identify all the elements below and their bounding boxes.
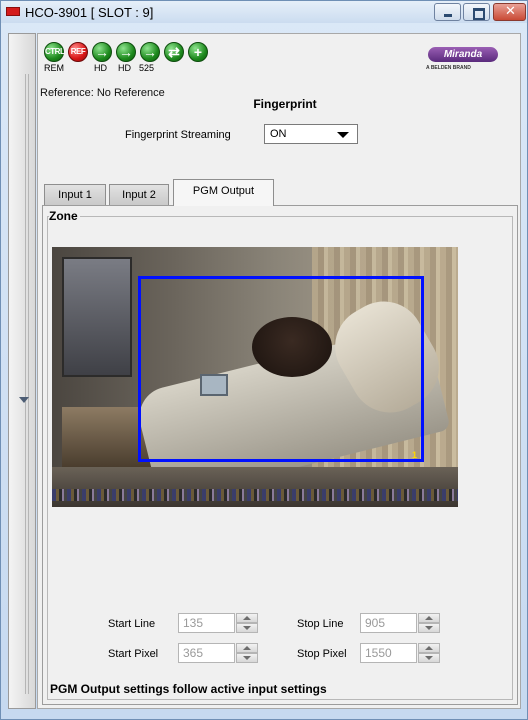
side-panel-strip[interactable] xyxy=(8,33,36,709)
input2-status-icon[interactable]: → xyxy=(116,42,136,62)
stop-pixel-spinner[interactable]: 1550 xyxy=(360,643,446,663)
plus-icon: + xyxy=(193,44,203,60)
start-line-down-button[interactable] xyxy=(236,623,258,633)
streaming-select[interactable]: ON xyxy=(264,124,358,144)
logo-text: Miranda xyxy=(428,47,498,62)
status-toolbar: CTRL REM REF → HD → HD → 525 ⇄ + Miranda… xyxy=(42,42,512,74)
maximize-button[interactable] xyxy=(463,3,490,21)
output-caption: 525 xyxy=(139,63,155,73)
close-button[interactable] xyxy=(493,3,526,21)
tab-pgm-output[interactable]: PGM Output xyxy=(173,179,274,206)
input2-arrow-icon: → xyxy=(119,44,133,60)
title-bar[interactable]: HCO-3901 [ SLOT : 9] xyxy=(1,1,527,23)
zone-title: Zone xyxy=(49,209,80,223)
video-window xyxy=(62,257,132,377)
start-pixel-label: Start Pixel xyxy=(108,648,159,660)
stop-pixel-down-button[interactable] xyxy=(418,653,440,663)
stop-line-field[interactable]: 905 xyxy=(360,613,417,633)
side-grip xyxy=(25,74,29,694)
window-title: HCO-3901 [ SLOT : 9] xyxy=(25,5,154,20)
input1-caption: HD xyxy=(94,63,107,73)
stop-pixel-field[interactable]: 1550 xyxy=(360,643,417,663)
start-pixel-down-button[interactable] xyxy=(236,653,258,663)
output-arrow-icon: → xyxy=(143,44,157,60)
stop-line-up-button[interactable] xyxy=(418,613,440,623)
tab-input-1[interactable]: Input 1 xyxy=(44,184,106,205)
switch-arrow-icon: ⇄ xyxy=(168,44,180,60)
ref-status-icon[interactable]: REF xyxy=(68,42,88,62)
tab-input-2[interactable]: Input 2 xyxy=(109,184,169,205)
start-pixel-field[interactable]: 365 xyxy=(178,643,235,663)
ctrl-status-icon[interactable]: CTRL xyxy=(44,42,65,62)
start-line-field[interactable]: 135 xyxy=(178,613,235,633)
minimize-button[interactable] xyxy=(434,3,461,21)
section-title: Fingerprint xyxy=(253,97,317,111)
zone-rectangle[interactable] xyxy=(138,276,424,462)
chevron-down-icon xyxy=(337,132,349,138)
stop-line-spinner[interactable]: 905 xyxy=(360,613,446,633)
ctrl-caption: REM xyxy=(44,63,64,73)
switch-status-icon[interactable]: ⇄ xyxy=(164,42,184,62)
output-status-icon[interactable]: → xyxy=(140,42,160,62)
video-floor xyxy=(52,467,458,507)
footer-note: PGM Output settings follow active input … xyxy=(50,682,327,696)
stop-pixel-label: Stop Pixel xyxy=(297,648,347,660)
start-line-label: Start Line xyxy=(108,618,156,630)
streaming-value: ON xyxy=(270,128,287,140)
ref-icon-label: REF xyxy=(70,47,86,56)
ctrl-icon-label: CTRL xyxy=(45,47,65,56)
stop-line-down-button[interactable] xyxy=(418,623,440,633)
stop-pixel-up-button[interactable] xyxy=(418,643,440,653)
stop-line-label: Stop Line xyxy=(297,618,344,630)
maximize-icon xyxy=(464,4,489,20)
streaming-label: Fingerprint Streaming xyxy=(125,129,231,141)
miranda-logo: Miranda A BELDEN BRAND xyxy=(418,42,510,74)
logo-subtext: A BELDEN BRAND xyxy=(426,65,471,71)
close-icon xyxy=(494,4,525,20)
video-noise-band xyxy=(52,489,458,501)
start-pixel-spinner[interactable]: 365 xyxy=(178,643,264,663)
input1-arrow-icon: → xyxy=(95,44,109,60)
expand-arrow-icon[interactable] xyxy=(19,397,29,403)
add-status-icon[interactable]: + xyxy=(188,42,208,62)
main-panel: CTRL REM REF → HD → HD → 525 ⇄ + Miranda… xyxy=(37,33,521,709)
start-line-up-button[interactable] xyxy=(236,613,258,623)
minimize-icon xyxy=(435,4,460,20)
video-preview[interactable]: 1 xyxy=(52,247,458,507)
device-window: HCO-3901 [ SLOT : 9] CTRL REM REF → HD →… xyxy=(0,0,528,720)
app-icon xyxy=(6,7,20,16)
input1-status-icon[interactable]: → xyxy=(92,42,112,62)
input2-caption: HD xyxy=(118,63,131,73)
zone-number: 1 xyxy=(412,450,418,460)
start-pixel-up-button[interactable] xyxy=(236,643,258,653)
start-line-spinner[interactable]: 135 xyxy=(178,613,264,633)
